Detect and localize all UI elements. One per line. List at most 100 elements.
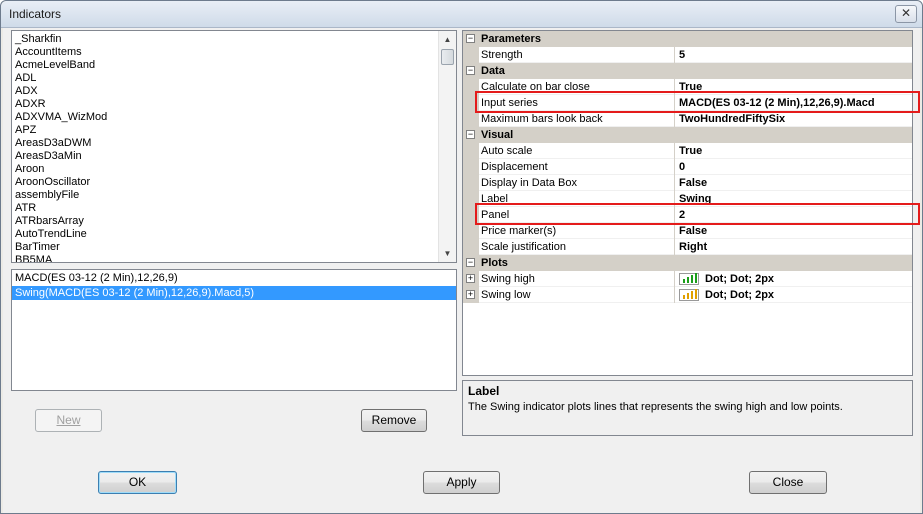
row-gutter (463, 159, 479, 175)
collapse-icon[interactable]: − (466, 66, 475, 75)
property-value[interactable]: MACD(ES 03-12 (2 Min),12,26,9).Macd (676, 95, 912, 111)
property-name: Label (479, 191, 675, 207)
property-value[interactable]: TwoHundredFiftySix (676, 111, 912, 127)
category-data[interactable]: − Data (463, 63, 912, 79)
row-gutter (463, 207, 479, 223)
collapse-icon[interactable]: − (466, 130, 475, 139)
close-button[interactable]: Close (749, 471, 827, 494)
scroll-down-arrow-icon[interactable]: ▼ (439, 245, 456, 262)
property-name: Panel (479, 207, 675, 223)
property-row[interactable]: Displacement 0 (463, 159, 912, 175)
indicator-list[interactable]: _Sharkfin AccountItems AcmeLevelBand ADL ADX… (11, 30, 457, 263)
property-grid[interactable]: − Parameters Strength 5− Data Calculate on ba… (462, 30, 920, 376)
expand-icon[interactable]: + (466, 274, 475, 283)
property-name: Maximum bars look back (479, 111, 675, 127)
new-button-label: New (56, 413, 81, 427)
property-value[interactable]: True (676, 143, 912, 159)
indicator-list-item[interactable]: ATR (12, 202, 436, 215)
property-value[interactable]: True (676, 79, 912, 95)
row-gutter (463, 175, 479, 191)
indicator-list-item[interactable]: BB5MA (12, 254, 436, 262)
indicator-list-item[interactable]: _Sharkfin (12, 33, 436, 46)
property-row[interactable]: Strength 5 (463, 47, 912, 63)
category-label: Visual (481, 129, 514, 141)
close-button-label: Close (772, 475, 804, 489)
scroll-up-arrow-icon[interactable]: ▲ (439, 31, 456, 48)
indicator-list-item[interactable]: AreasD3aDWM (12, 137, 436, 150)
property-value[interactable]: Right (676, 239, 912, 255)
indicator-list-item[interactable]: ADXR (12, 98, 436, 111)
indicator-list-item[interactable]: ADL (12, 72, 436, 85)
property-name: Input series (479, 95, 675, 111)
ok-button-label: OK (128, 475, 147, 489)
ok-button[interactable]: OK (98, 471, 177, 494)
description-title: Label (468, 384, 500, 398)
indicator-list-item[interactable]: AcmeLevelBand (12, 59, 436, 72)
indicator-list-scrollbar[interactable]: ▲ ▼ (438, 31, 456, 262)
indicator-list-item[interactable]: AreasD3aMin (12, 150, 436, 163)
property-row[interactable]: + Swing high Dot; Dot; 2px (463, 271, 912, 287)
property-value[interactable]: 2 (676, 207, 912, 223)
property-row[interactable]: Maximum bars look back TwoHundredFiftySix (463, 111, 912, 127)
indicator-list-item[interactable]: APZ (12, 124, 436, 137)
row-gutter (463, 143, 479, 159)
property-value[interactable]: False (676, 175, 912, 191)
category-plots[interactable]: − Plots (463, 255, 912, 271)
dialog-body: _Sharkfin AccountItems AcmeLevelBand ADL ADX… (3, 28, 920, 513)
indicator-list-item[interactable]: AroonOscillator (12, 176, 436, 189)
property-name: Auto scale (479, 143, 675, 159)
collapse-icon[interactable]: − (466, 34, 475, 43)
indicator-list-item[interactable]: ADXVMA_WizMod (12, 111, 436, 124)
indicator-list-item[interactable]: Aroon (12, 163, 436, 176)
applied-indicators-list[interactable]: MACD(ES 03-12 (2 Min),12,26,9) Swing(MACD… (11, 269, 457, 391)
category-parameters[interactable]: − Parameters (463, 31, 912, 47)
property-value[interactable]: 0 (676, 159, 912, 175)
collapse-icon[interactable]: − (466, 258, 475, 267)
property-value[interactable]: Swing (676, 191, 912, 207)
property-row[interactable]: Scale justification Right (463, 239, 912, 255)
indicator-list-item[interactable]: AutoTrendLine (12, 228, 436, 241)
indicator-list-item[interactable]: ATRbarsArray (12, 215, 436, 228)
indicator-list-item[interactable]: BarTimer (12, 241, 436, 254)
property-row[interactable]: + Swing low Dot; Dot; 2px (463, 287, 912, 303)
remove-button-label: Remove (371, 413, 417, 427)
property-name: Calculate on bar close (479, 79, 675, 95)
row-gutter (463, 223, 479, 239)
row-gutter (463, 191, 479, 207)
property-row[interactable]: Calculate on bar close True (463, 79, 912, 95)
property-value[interactable]: 5 (676, 47, 912, 63)
new-button[interactable]: New (35, 409, 102, 432)
scroll-thumb[interactable] (441, 49, 454, 65)
property-row[interactable]: Input series MACD(ES 03-12 (2 Min),12,26,… (463, 95, 912, 111)
apply-button[interactable]: Apply (423, 471, 500, 494)
indicator-list-item[interactable]: assemblyFile (12, 189, 436, 202)
indicator-list-item[interactable]: AccountItems (12, 46, 436, 59)
expand-icon[interactable]: + (466, 290, 475, 299)
category-visual[interactable]: − Visual (463, 127, 912, 143)
property-value[interactable]: False (676, 223, 912, 239)
close-icon: ✕ (900, 6, 912, 20)
property-row[interactable]: Label Swing (463, 191, 912, 207)
close-window-button[interactable]: ✕ (895, 5, 917, 23)
property-row[interactable]: Display in Data Box False (463, 175, 912, 191)
row-gutter: + (463, 287, 479, 303)
property-name: Display in Data Box (479, 175, 675, 191)
category-label: Plots (481, 257, 508, 269)
row-gutter (463, 239, 479, 255)
category-label: Data (481, 65, 505, 77)
applied-indicator-item[interactable]: MACD(ES 03-12 (2 Min),12,26,9) (12, 271, 456, 285)
property-row[interactable]: Panel 2 (463, 207, 912, 223)
property-row[interactable]: Price marker(s) False (463, 223, 912, 239)
row-gutter: + (463, 271, 479, 287)
applied-indicator-item[interactable]: Swing(MACD(ES 03-12 (2 Min),12,26,9).Mac… (12, 286, 456, 300)
row-gutter (463, 95, 479, 111)
description-text: The Swing indicator plots lines that rep… (468, 401, 843, 413)
remove-button[interactable]: Remove (361, 409, 427, 432)
property-name: Strength (479, 47, 675, 63)
property-name: Price marker(s) (479, 223, 675, 239)
property-value[interactable]: Dot; Dot; 2px (676, 271, 912, 287)
property-value[interactable]: Dot; Dot; 2px (676, 287, 912, 303)
row-gutter (463, 111, 479, 127)
indicator-list-item[interactable]: ADX (12, 85, 436, 98)
property-row[interactable]: Auto scale True (463, 143, 912, 159)
